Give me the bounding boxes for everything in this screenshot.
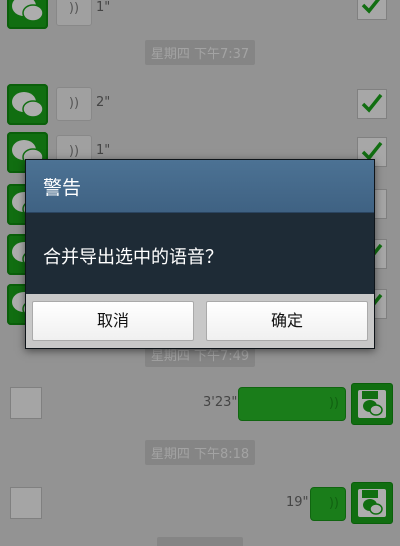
chat-screen: )) 1" 星期四 下午7:37 )) 2" )) 1" 星期四 下午7:49 … — [0, 0, 400, 546]
dialog-title-bar: 警告 — [26, 160, 374, 213]
dialog-button-bar: 取消 确定 — [26, 294, 374, 348]
dialog-message: 合并导出选中的语音？ — [43, 247, 223, 268]
warning-dialog: 警告 合并导出选中的语音？ 取消 确定 — [25, 159, 375, 349]
dialog-title: 警告 — [43, 177, 82, 199]
confirm-button[interactable]: 确定 — [206, 301, 368, 341]
cancel-button[interactable]: 取消 — [32, 301, 194, 341]
